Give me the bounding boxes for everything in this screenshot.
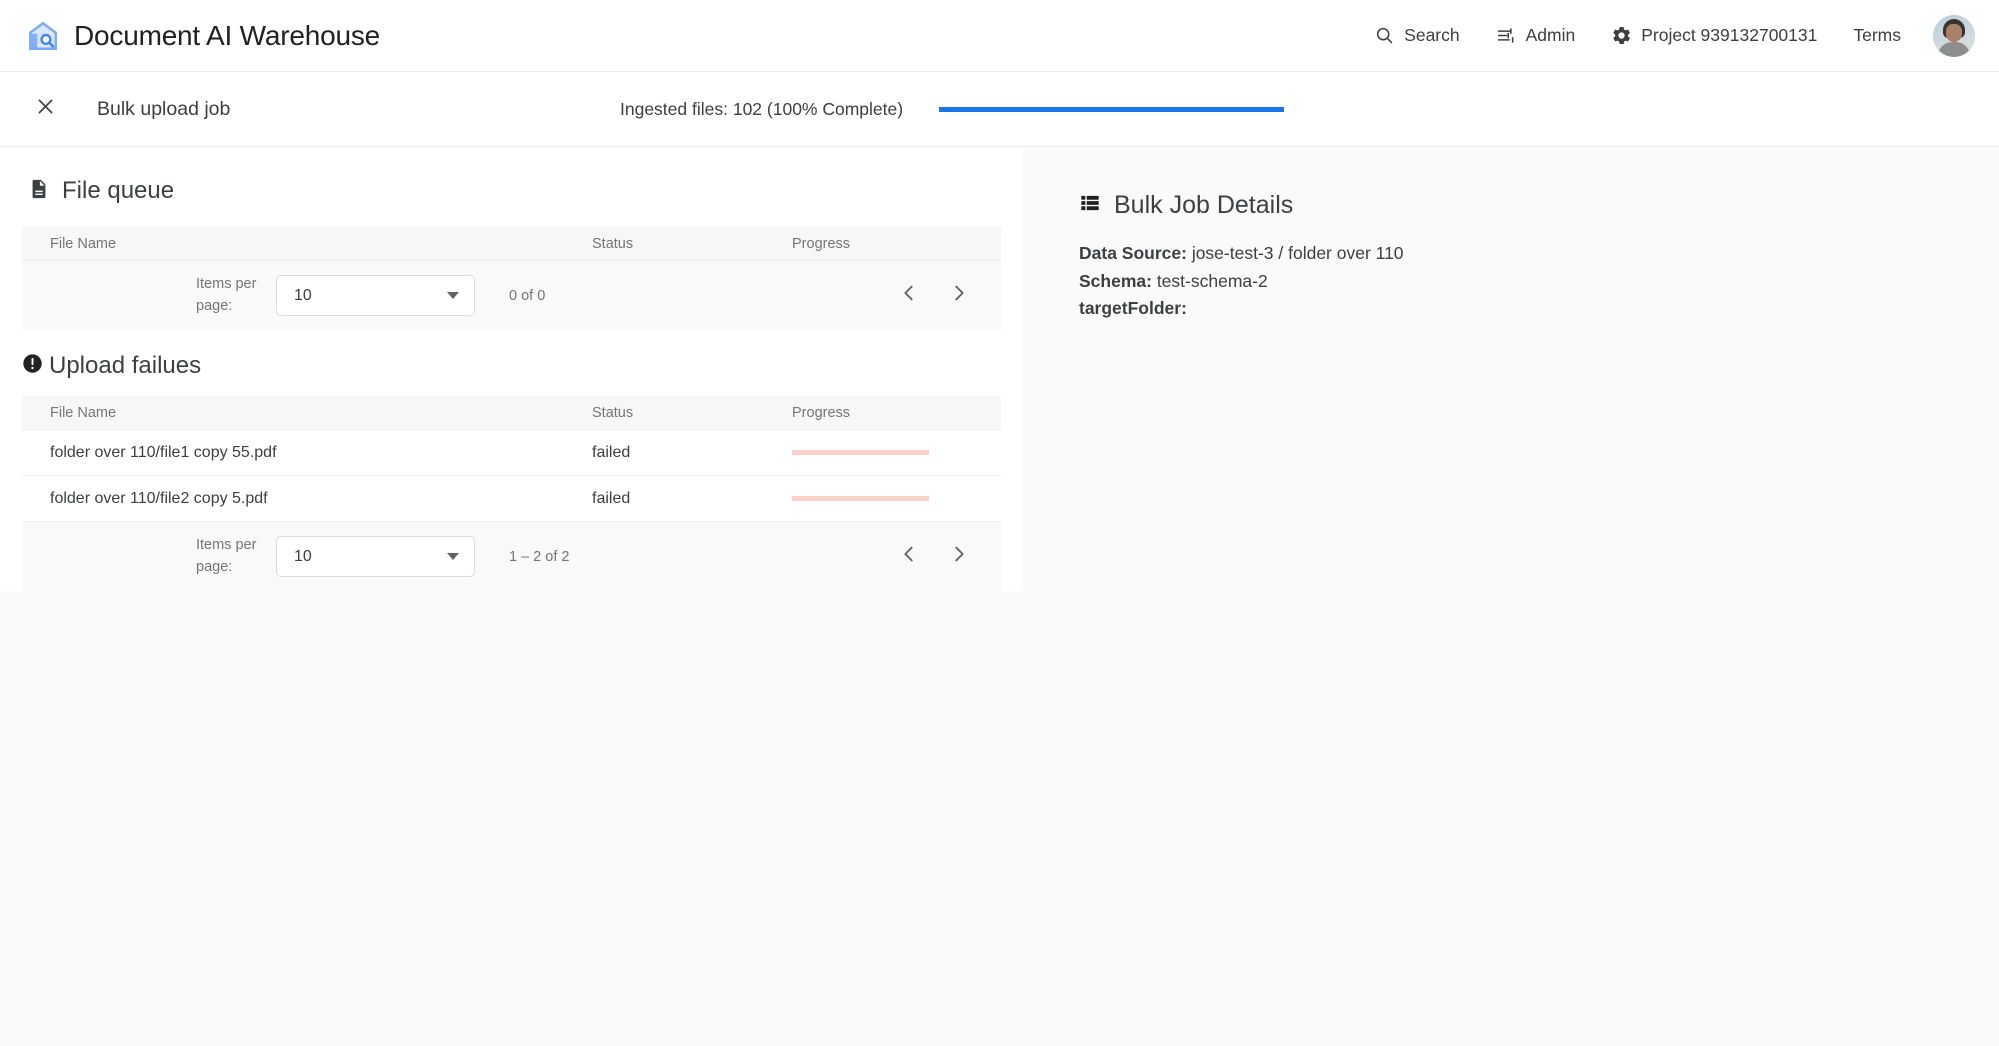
upload-failures-table: File Name Status Progress folder over 11… — [0, 396, 1023, 522]
next-page-button[interactable] — [939, 276, 979, 316]
table-row[interactable]: folder over 110/file2 copy 5.pdf failed — [22, 476, 1001, 522]
file-queue-table: File Name Status Progress — [0, 227, 1023, 261]
cell-status: failed — [592, 443, 631, 461]
row-progress-fill — [792, 450, 929, 455]
detail-row: targetFolder: — [1079, 295, 1999, 323]
gear-icon — [1611, 25, 1632, 46]
upload-failures-table-header: File Name Status Progress — [22, 396, 1001, 430]
brand[interactable]: Document AI Warehouse — [26, 19, 380, 53]
nav-admin-label: Admin — [1525, 25, 1576, 45]
detail-value: jose-test-3 / folder over 110 — [1186, 243, 1404, 263]
detail-label: Data Source: — [1079, 243, 1187, 263]
chevron-left-icon — [898, 543, 920, 570]
close-icon — [35, 96, 56, 122]
page-range-label: 1 – 2 of 2 — [509, 548, 570, 565]
nav-admin[interactable]: Admin — [1478, 17, 1594, 54]
column-header-status: Status — [592, 235, 634, 252]
avatar-face — [1946, 23, 1962, 42]
error-icon — [22, 353, 43, 379]
column-header-progress: Progress — [792, 404, 851, 421]
detail-row: Data Source: jose-test-3 / folder over 1… — [1079, 240, 1999, 268]
row-progress-bar — [792, 450, 929, 455]
nav-terms-label: Terms — [1853, 25, 1901, 45]
page-range-label: 0 of 0 — [509, 287, 546, 304]
chevron-right-icon — [948, 543, 970, 570]
chevron-right-icon — [948, 282, 970, 309]
tune-icon — [1496, 25, 1517, 46]
upload-failures-paginator: Items per page: 10 1 – 2 of 2 — [22, 522, 1001, 591]
cell-file-name: folder over 110/file1 copy 55.pdf — [50, 443, 277, 461]
job-header: Bulk upload job Ingested files: 102 (100… — [0, 72, 1999, 147]
bulk-job-details-header: Bulk Job Details — [1079, 191, 1999, 220]
warehouse-search-logo-icon — [26, 19, 60, 53]
left-panel: File queue File Name Status Progress Ite… — [0, 147, 1023, 591]
ingest-progress-bar — [939, 106, 1285, 112]
ingest-progress-fill — [939, 106, 1285, 112]
detail-value: test-schema-2 — [1151, 270, 1268, 291]
bulk-job-details-fields: Data Source: jose-test-3 / folder over 1… — [1079, 240, 1999, 323]
chevron-down-icon — [447, 553, 459, 560]
upload-failures-header: Upload failues — [0, 330, 1023, 396]
cell-status: failed — [592, 489, 631, 507]
app-title: Document AI Warehouse — [74, 19, 381, 51]
nav-project-label: Project 939132700131 — [1641, 25, 1818, 45]
right-panel: Bulk Job Details Data Source: jose-test-… — [1023, 147, 1999, 747]
close-button[interactable] — [30, 94, 60, 124]
file-queue-paginator: Items per page: 10 0 of 0 — [22, 261, 1001, 330]
detail-row: Schema: test-schema-2 — [1079, 268, 1999, 296]
items-per-page-label: Items per page: — [196, 276, 257, 314]
row-progress-fill — [792, 496, 929, 501]
column-header-file-name: File Name — [50, 235, 117, 252]
file-queue-table-header: File Name Status Progress — [22, 227, 1001, 261]
paginator-nav — [889, 276, 979, 316]
previous-page-button[interactable] — [889, 276, 929, 316]
cell-progress — [792, 496, 1001, 501]
previous-page-button[interactable] — [889, 537, 929, 577]
user-avatar[interactable] — [1933, 14, 1975, 57]
nav-search[interactable]: Search — [1356, 17, 1477, 54]
nav-search-label: Search — [1404, 25, 1460, 45]
items-per-page-label: Items per page: — [196, 537, 257, 575]
paginator-nav — [889, 537, 979, 577]
document-icon — [28, 178, 50, 205]
upload-failures-rows: folder over 110/file1 copy 55.pdf failed f… — [22, 430, 1001, 522]
column-header-file-name: File Name — [50, 404, 117, 421]
row-progress-bar — [792, 496, 929, 501]
cell-progress — [792, 450, 1001, 455]
file-queue-title: File queue — [62, 177, 175, 204]
page-size-select[interactable]: 10 — [276, 275, 475, 316]
chevron-down-icon — [447, 292, 459, 299]
column-header-progress: Progress — [792, 235, 851, 252]
bulk-job-details-title: Bulk Job Details — [1114, 191, 1294, 219]
page-size-select[interactable]: 10 — [276, 536, 475, 577]
detail-label: Schema: — [1079, 270, 1152, 291]
nav-terms[interactable]: Terms — [1835, 17, 1919, 54]
upload-failures-title: Upload failues — [49, 352, 202, 379]
table-row[interactable]: folder over 110/file1 copy 55.pdf failed — [22, 430, 1001, 476]
header-nav: Search Admin Project 939132700131 Terms — [1356, 14, 1975, 57]
ingest-status: Ingested files: 102 (100% Complete) — [620, 72, 1285, 146]
next-page-button[interactable] — [939, 537, 979, 577]
search-icon — [1374, 25, 1395, 46]
nav-project[interactable]: Project 939132700131 — [1593, 17, 1835, 54]
list-icon — [1079, 192, 1101, 219]
file-queue-header: File queue — [0, 147, 1023, 227]
app-header: Document AI Warehouse Search Admin Proje… — [0, 0, 1999, 72]
page-content: File queue File Name Status Progress Ite… — [0, 147, 1999, 747]
chevron-left-icon — [898, 282, 920, 309]
ingested-files-text: Ingested files: 102 (100% Complete) — [620, 98, 904, 119]
page-size-value: 10 — [294, 547, 312, 565]
job-title: Bulk upload job — [97, 97, 231, 120]
detail-label: targetFolder: — [1079, 298, 1187, 319]
cell-file-name: folder over 110/file2 copy 5.pdf — [50, 489, 268, 507]
page-size-value: 10 — [294, 286, 312, 304]
column-header-status: Status — [592, 404, 634, 421]
